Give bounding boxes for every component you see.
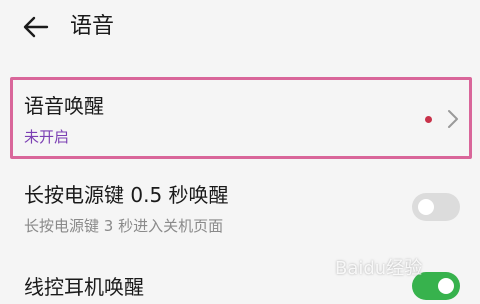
power-key-wakeup-toggle[interactable] <box>412 193 460 221</box>
power-key-wakeup-row[interactable]: 长按电源键 0.5 秒唤醒 长按电源键 3 秒进入关机页面 <box>0 180 480 244</box>
wired-earphone-wakeup-title: 线控耳机唤醒 <box>24 275 144 299</box>
chevron-right-icon <box>446 108 460 130</box>
unread-dot <box>425 116 432 123</box>
power-key-wakeup-subtitle: 长按电源键 3 秒进入关机页面 <box>24 217 224 235</box>
voice-wakeup-status: 未开启 <box>24 128 70 146</box>
toggle-knob <box>418 199 434 215</box>
back-button[interactable] <box>20 12 52 42</box>
arrow-left-icon <box>23 16 49 38</box>
header-bar: 语音 <box>0 0 480 56</box>
power-key-wakeup-title: 长按电源键 0.5 秒唤醒 <box>24 183 229 207</box>
wired-earphone-wakeup-row[interactable]: 线控耳机唤醒 <box>0 268 480 304</box>
voice-wakeup-title: 语音唤醒 <box>24 94 104 118</box>
wired-earphone-wakeup-toggle[interactable] <box>412 272 460 300</box>
voice-wakeup-row[interactable]: 语音唤醒 未开启 <box>0 77 480 159</box>
page-title: 语音 <box>70 14 115 39</box>
toggle-knob <box>438 278 454 294</box>
voice-settings-screen: 语音 语音唤醒 未开启 长按电源键 0.5 秒唤醒 长按电源键 3 秒进入关机页… <box>0 0 480 304</box>
